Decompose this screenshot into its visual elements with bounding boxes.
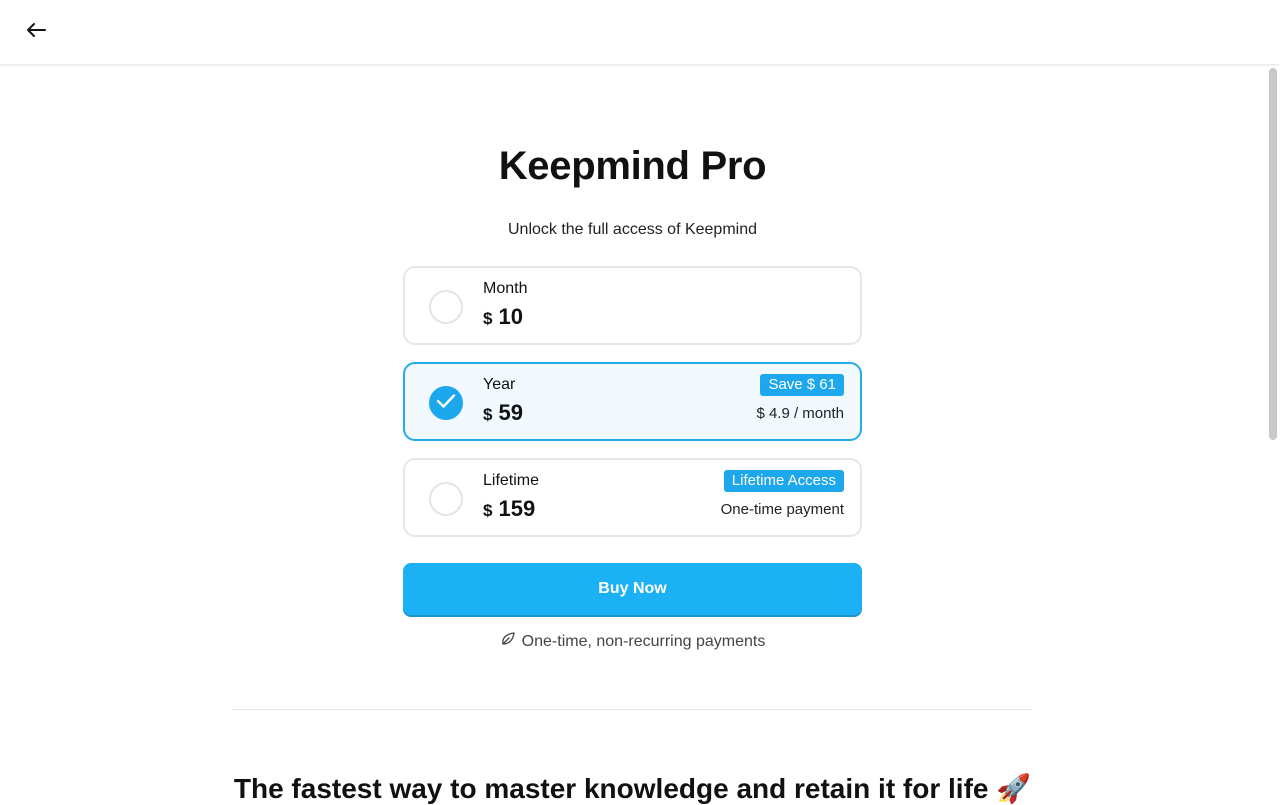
buy-now-button[interactable]: Buy Now: [403, 563, 862, 615]
plan-name: Lifetime: [483, 472, 540, 489]
section-divider: [232, 709, 1032, 710]
plan-option-month[interactable]: Month $ 10: [403, 266, 862, 345]
payment-note: One-time payment: [720, 501, 844, 518]
price-amount: 159: [498, 496, 536, 521]
savings-badge: Save $ 61: [760, 374, 844, 396]
lifetime-badge: Lifetime Access: [723, 470, 844, 492]
page-title: Keepmind Pro: [498, 144, 767, 188]
plan-name: Month: [483, 280, 528, 297]
plan-price: $ 159: [483, 496, 535, 522]
currency-symbol: $: [483, 309, 493, 328]
currency-symbol: $: [483, 405, 493, 424]
radio-checked[interactable]: [429, 386, 463, 420]
section-headline: The fastest way to master knowledge and …: [233, 773, 1032, 804]
monthly-equivalent: $ 4.9 / month: [756, 405, 844, 422]
price-amount: 59: [498, 400, 523, 425]
top-bar: [0, 0, 1280, 64]
leaf-icon: [500, 631, 516, 652]
back-button[interactable]: [20, 18, 52, 46]
footnote-text: One-time, non-recurring payments: [521, 632, 766, 650]
plan-option-lifetime[interactable]: Lifetime $ 159 Lifetime Access One-time …: [403, 458, 862, 537]
arrow-left-icon: [25, 22, 47, 43]
plan-price: $ 59: [483, 400, 523, 426]
radio-unchecked[interactable]: [429, 290, 463, 324]
checkmark-icon: [436, 393, 456, 414]
price-amount: 10: [498, 304, 523, 329]
radio-unchecked[interactable]: [429, 482, 463, 516]
plan-option-year[interactable]: Year $ 59 Save $ 61 $ 4.9 / month: [403, 362, 862, 441]
plan-price: $ 10: [483, 304, 523, 330]
scrollbar-thumb[interactable]: [1269, 68, 1277, 440]
page-subtitle: Unlock the full access of Keepmind: [507, 221, 757, 238]
plan-name: Year: [483, 376, 516, 393]
payment-footnote: One-time, non-recurring payments: [0, 631, 1265, 652]
currency-symbol: $: [483, 501, 493, 520]
